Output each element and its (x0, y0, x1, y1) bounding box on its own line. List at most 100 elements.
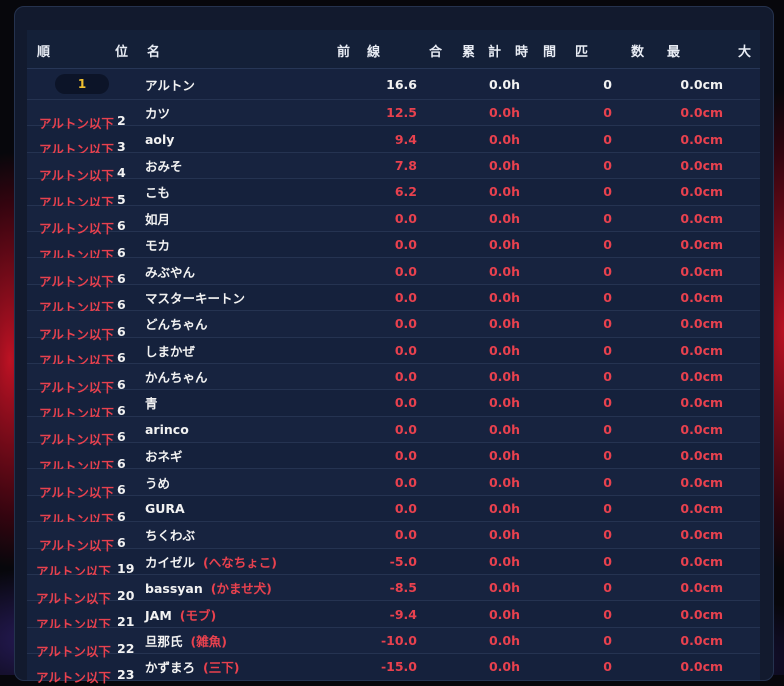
count-value: 0 (603, 210, 612, 226)
table-row[interactable]: アルトン以下 6 マスターキートン 0.0 0.0h 0 0.0cm (27, 285, 760, 315)
time-value: 0.0h (488, 210, 520, 226)
rank-badge: 1 (55, 74, 109, 94)
table-row[interactable]: アルトン以下 21 JAM (モブ) -9.4 0.0h 0 0.0cm (27, 601, 760, 632)
header-count-2: 数 (631, 45, 645, 60)
score-value: -10.0 (380, 633, 417, 648)
table-row[interactable]: アルトン以下 6 モカ 0.0 0.0h 0 0.0cm (27, 232, 760, 263)
table-row[interactable]: アルトン以下 6 ちくわぶ 0.0 0.0h 0 0.0cm (27, 522, 760, 553)
player-title: (かませ犬) (210, 581, 272, 597)
time-value: 0.0h (488, 263, 520, 279)
count-value: 0 (603, 157, 612, 173)
header-time-5: 間 (543, 45, 557, 60)
table-row[interactable]: アルトン以下 6 青 0.0 0.0h 0 0.0cm (27, 390, 760, 421)
time-value: 0.0h (488, 421, 520, 437)
score-value: 0.0 (394, 342, 417, 358)
time-value: 0.0h (488, 184, 520, 200)
max-value: 0.0cm (680, 395, 723, 411)
count-value: 0 (603, 131, 612, 147)
time-value: 0.0h (488, 316, 520, 332)
table-row-first[interactable]: 1 アルトン 16.6 0.0h 0 0.0cm (27, 69, 760, 100)
count-value: 0 (603, 421, 612, 437)
time-value: 0.0h (488, 237, 520, 253)
score-value: 12.5 (386, 105, 417, 121)
table-row[interactable]: アルトン以下 5 こも 6.2 0.0h 0 0.0cm (27, 179, 760, 210)
score-value: 0.0 (394, 210, 417, 226)
count-value: 0 (603, 263, 612, 279)
player-name-text: JAM (145, 607, 172, 623)
table-row[interactable]: アルトン以下 4 おみそ 7.8 0.0h 0 0.0cm (27, 152, 760, 183)
max-value: 0.0cm (680, 210, 723, 226)
ranking-table: 順 位 名 前 線 合 累 計 時 間 匹 数 最 大 1 アルトン 16.6 … (27, 30, 760, 685)
max-value: 0.0cm (680, 316, 723, 332)
table-row[interactable]: アルトン以下 6 如月 0.0 0.0h 0 0.0cm (27, 205, 760, 236)
table-row[interactable]: アルトン以下 6 おネギ 0.0 0.0h 0 0.0cm (27, 443, 760, 474)
player-name: おネギ (145, 446, 183, 465)
score-value: 0.0 (394, 421, 417, 437)
header-time-3: 計 (488, 45, 502, 60)
score-value: 0.0 (394, 448, 417, 464)
time-value: 0.0h (488, 289, 520, 305)
table-row[interactable]: アルトン以下 19 カイゼル (へなちょこ) -5.0 0.0h 0 0.0cm (27, 549, 760, 579)
table-row[interactable]: アルトン以下 6 かんちゃん 0.0 0.0h 0 0.0cm (27, 363, 760, 395)
time-value: 0.0h (488, 633, 520, 648)
header-score-2: 線 (367, 45, 381, 60)
player-name-text: モカ (145, 238, 171, 254)
score-value: -8.5 (389, 580, 417, 596)
table-row[interactable]: アルトン以下 6 みぶやん 0.0 0.0h 0 0.0cm (27, 258, 760, 289)
max-value: 0.0cm (680, 342, 723, 358)
time-value: 0.0h (488, 606, 520, 622)
table-row[interactable]: アルトン以下 6 arinco 0.0 0.0h 0 0.0cm (27, 416, 760, 447)
header-score-1: 前 (337, 45, 351, 60)
count-value: 0 (603, 553, 612, 569)
table-row[interactable]: アルトン以下 22 旦那氏 (雑魚) -10.0 0.0h 0 0.0cm (27, 627, 760, 659)
score-value: -9.4 (389, 606, 417, 622)
table-row[interactable]: アルトン以下 6 どんちゃん 0.0 0.0h 0 0.0cm (27, 311, 760, 342)
player-name: うめ (145, 473, 170, 492)
score-value: 0.0 (394, 501, 417, 517)
max-value: 0.0cm (680, 527, 723, 543)
header-rank-1: 順 (37, 45, 51, 60)
player-name: arinco (145, 422, 189, 437)
player-name: ちくわぶ (145, 525, 195, 544)
header-max-2: 大 (738, 45, 752, 60)
table-row[interactable]: アルトン以下 6 しまかぜ 0.0 0.0h 0 0.0cm (27, 338, 760, 368)
player-name: 如月 (145, 209, 170, 228)
table-row[interactable]: アルトン以下 23 かずまろ (三下) -15.0 0.0h 0 0.0cm (27, 654, 760, 685)
player-title: (三下) (203, 660, 240, 676)
score-value: 0.0 (394, 474, 417, 490)
score-value: 0.0 (394, 395, 417, 411)
score-value: 6.2 (394, 184, 417, 200)
time-value: 0.0h (488, 448, 520, 464)
header-count-1: 匹 (575, 45, 589, 60)
player-name-text: カツ (145, 106, 171, 122)
table-row[interactable]: アルトン以下 3 aoly 9.4 0.0h 0 0.0cm (27, 126, 760, 157)
player-name-text: GURA (145, 501, 185, 517)
count-value: 0 (603, 342, 612, 358)
max-value: 0.0cm (680, 501, 723, 517)
time-value: 0.0h (488, 659, 520, 675)
player-title: (モブ) (179, 607, 217, 623)
player-name-text: おネギ (145, 449, 183, 465)
player-name-text: 青 (145, 396, 158, 412)
count-value: 0 (603, 316, 612, 332)
table-row[interactable]: アルトン以下 2 カツ 12.5 0.0h 0 0.0cm (27, 100, 760, 131)
player-name-text: bassyan (145, 581, 203, 597)
player-name-text: 如月 (145, 211, 171, 227)
score-value: -5.0 (389, 553, 417, 569)
table-row[interactable]: アルトン以下 20 bassyan (かませ犬) -8.5 0.0h 0 0.0cm (27, 575, 760, 606)
max-value: 0.0cm (680, 421, 723, 437)
player-name-text: うめ (145, 475, 171, 491)
player-name-text: かんちゃん (145, 370, 208, 386)
rank-label: アルトン以下 (36, 669, 111, 685)
table-row[interactable]: アルトン以下 6 GURA 0.0 0.0h 0 0.0cm (27, 496, 760, 527)
player-name-text: ちくわぶ (145, 528, 196, 544)
score-value: -15.0 (380, 659, 417, 675)
player-title: (へなちょこ) (203, 554, 277, 570)
player-name: こも (145, 182, 170, 201)
time-value: 0.0h (488, 342, 520, 358)
player-name: カツ (145, 103, 170, 122)
count-value: 0 (603, 395, 612, 411)
max-value: 0.0cm (680, 237, 723, 253)
player-name: 青 (145, 393, 158, 412)
table-row[interactable]: アルトン以下 6 うめ 0.0 0.0h 0 0.0cm (27, 469, 760, 500)
